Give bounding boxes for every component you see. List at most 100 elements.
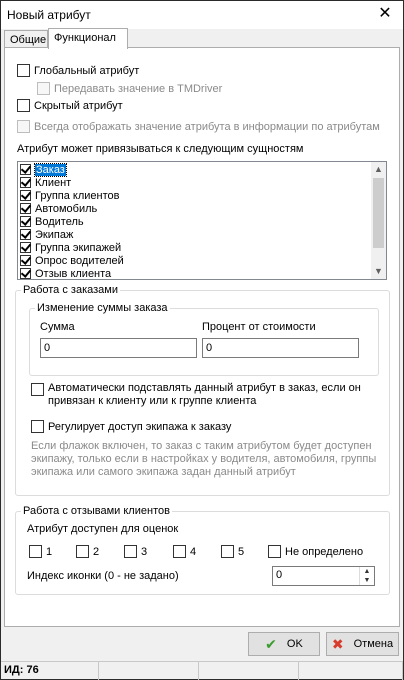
scroll-down-icon[interactable]: ▼ [371,264,386,279]
entity-checkbox[interactable] [20,268,31,279]
rating-3-checkbox[interactable]: 3 [124,545,147,558]
scroll-up-icon[interactable]: ▲ [371,162,386,177]
entity-item[interactable]: Водитель [20,215,372,228]
ok-button[interactable]: ✔ OK [248,632,320,656]
entities-items: Заказ Клиент Группа клиентов Автомобиль Води… [20,162,372,280]
checkbox-box[interactable] [268,545,281,558]
tab-panel-functional: Глобальный атрибут Передавать значение в… [4,47,400,627]
entity-checkbox[interactable] [20,255,31,266]
close-icon[interactable]: ✕ [375,4,395,24]
spin-down-icon[interactable]: ▼ [360,576,374,585]
sum-label: Сумма [40,321,75,333]
icon-index-spinner[interactable]: 0 ▲ ▼ [272,566,375,586]
entity-label: Экипаж [35,228,74,241]
checkmark-icon: ✔ [265,635,277,652]
entity-label: Группа клиентов [35,189,120,202]
entity-item[interactable]: Автомобиль [20,202,372,215]
title-bar: Новый атрибут ✕ [1,1,403,29]
status-bar: ИД: 76 [1,661,403,680]
entity-item[interactable]: Опрос водителей [20,254,372,267]
auto-substitute-label: Автоматически подставлять данный атрибут… [48,382,361,407]
cancel-label: Отмена [353,638,394,650]
entity-item[interactable]: Экипаж [20,228,372,241]
checkbox-box[interactable] [17,99,30,112]
entity-item[interactable]: Отзыв клиента [20,267,372,280]
rating-1-label: 1 [46,545,53,558]
entity-checkbox[interactable] [20,177,31,188]
entity-checkbox[interactable] [20,190,31,201]
entity-item[interactable]: Группа клиентов [20,189,372,202]
entity-label: Опрос водителей [35,254,124,267]
cancel-x-icon: ✖ [331,635,344,652]
regulate-access-checkbox[interactable]: Регулирует доступ экипажа к заказу [31,420,231,433]
tab-functional[interactable]: Функционал [48,28,128,49]
checkbox-box[interactable] [37,82,50,95]
pass-to-tmdriver-label: Передавать значение в TMDriver [54,82,223,95]
icon-index-label: Индекс иконки (0 - не задано) [27,570,179,582]
entity-label: Отзыв клиента [35,267,112,280]
status-cell [299,662,403,680]
entity-item[interactable]: Группа экипажей [20,241,372,254]
orders-group-title: Работа с заказами [23,284,118,296]
status-cell [199,662,299,680]
rating-1-checkbox[interactable]: 1 [29,545,52,558]
window-title: Новый атрибут [7,8,91,22]
auto-substitute-checkbox[interactable]: Автоматически подставлять данный атрибут… [31,382,388,408]
checkbox-box[interactable] [31,420,44,433]
entity-checkbox[interactable] [20,164,31,175]
hidden-attribute-checkbox[interactable]: Скрытый атрибут [17,99,123,112]
scroll-thumb[interactable] [373,178,384,248]
sum-change-title: Изменение суммы заказа [37,302,168,314]
entity-checkbox[interactable] [20,229,31,240]
entity-label: Группа экипажей [35,241,122,254]
ok-label: OK [286,638,303,650]
global-attribute-label: Глобальный атрибут [34,64,140,77]
cancel-button[interactable]: ✖ Отмена [326,632,399,656]
rating-undefined-checkbox[interactable]: Не определено [268,545,363,558]
entities-checklist[interactable]: Заказ Клиент Группа клиентов Автомобиль Води… [17,161,387,280]
regulate-access-hint: Если флажок включен, то заказ с таким ат… [31,440,377,478]
hidden-attribute-label: Скрытый атрибут [34,99,123,112]
entity-checkbox[interactable] [20,203,31,214]
entities-scrollbar[interactable]: ▲ ▼ [371,162,386,279]
entity-checkbox[interactable] [20,216,31,227]
checkbox-box[interactable] [29,545,42,558]
entity-label: Водитель [35,215,84,228]
rating-5-label: 5 [238,545,245,558]
spin-up-icon[interactable]: ▲ [360,567,374,576]
regulate-access-label: Регулирует доступ экипажа к заказу [48,420,232,433]
pass-to-tmdriver-checkbox[interactable]: Передавать значение в TMDriver [37,82,222,95]
dialog-window: Новый атрибут ✕ Общие Функционал Глобаль… [0,0,404,680]
checkbox-box[interactable] [17,120,30,133]
checkbox-box[interactable] [221,545,234,558]
rating-4-checkbox[interactable]: 4 [173,545,196,558]
checkbox-box[interactable] [173,545,186,558]
entity-item[interactable]: Клиент [20,176,372,189]
percent-label: Процент от стоимости [202,321,316,333]
checkbox-box[interactable] [31,383,44,396]
ratings-label: Атрибут доступен для оценок [27,523,179,535]
icon-index-value: 0 [276,569,283,581]
spinner-buttons: ▲ ▼ [359,567,374,585]
entities-label: Атрибут может привязываться к следующим … [17,143,304,155]
status-cell [99,662,199,680]
always-show-checkbox[interactable]: Всегда отображать значение атрибута в ин… [17,120,380,133]
sum-input[interactable] [40,338,197,358]
entity-label: Заказ [34,162,67,177]
rating-2-label: 2 [93,545,100,558]
entity-label: Клиент [35,176,72,189]
rating-5-checkbox[interactable]: 5 [221,545,244,558]
rating-2-checkbox[interactable]: 2 [76,545,99,558]
entity-checkbox[interactable] [20,242,31,253]
reviews-group-title: Работа с отзывами клиентов [23,505,170,517]
checkbox-box[interactable] [124,545,137,558]
global-attribute-checkbox[interactable]: Глобальный атрибут [17,64,139,77]
entity-item[interactable]: Заказ [20,162,372,177]
entity-label: Автомобиль [35,202,98,215]
status-cell [1,662,99,680]
checkbox-box[interactable] [76,545,89,558]
rating-3-label: 3 [141,545,148,558]
checkbox-box[interactable] [17,64,30,77]
rating-4-label: 4 [190,545,197,558]
percent-input[interactable] [202,338,359,358]
